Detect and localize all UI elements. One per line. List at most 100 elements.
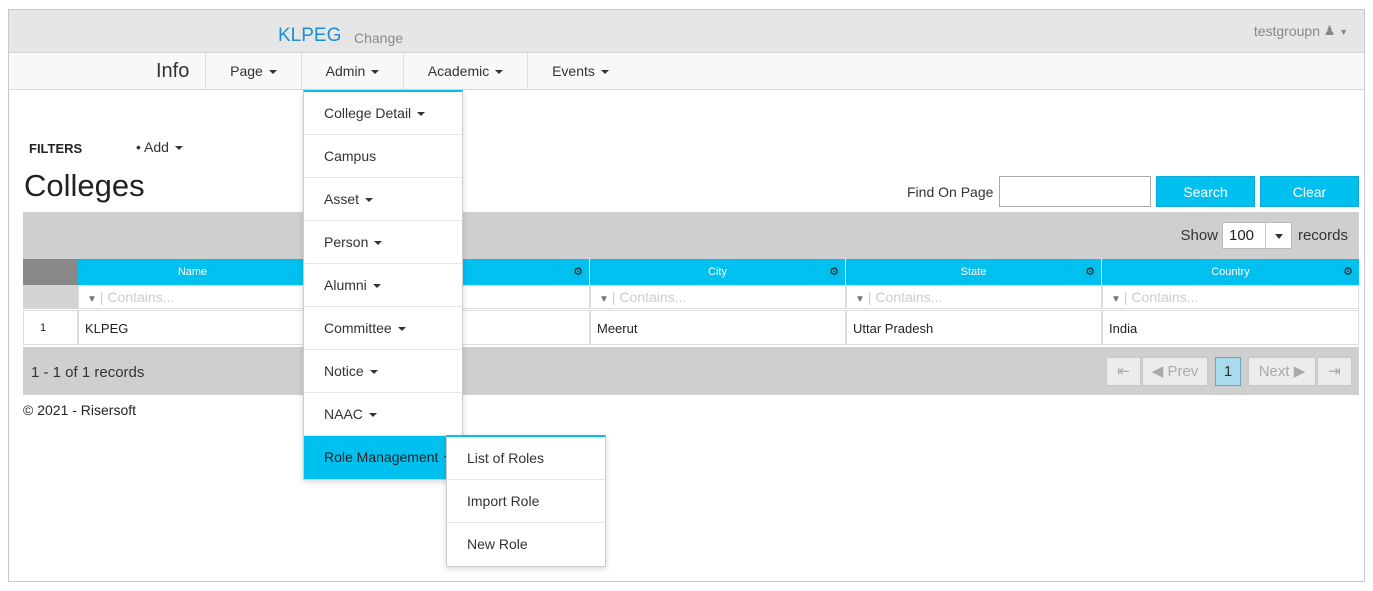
chevron-down-icon xyxy=(600,70,609,75)
nav-academic[interactable]: Academic xyxy=(403,53,527,90)
chevron-down-icon xyxy=(365,198,374,203)
page-size-value: 100 xyxy=(1229,227,1255,244)
menu-item-alumni[interactable]: Alumni xyxy=(304,264,462,307)
menu-item-label: Committee xyxy=(324,320,392,336)
nav-admin-label: Admin xyxy=(325,63,366,79)
nav-events-label: Events xyxy=(552,63,595,79)
page-1-button[interactable]: 1 xyxy=(1215,357,1241,386)
copyright: © 2021 - Risersoft xyxy=(23,402,137,418)
filter-icon: ▼ xyxy=(1111,294,1121,305)
gear-icon[interactable]: ⚙ xyxy=(573,259,583,285)
filter-country[interactable]: ▼ | Contains... xyxy=(1102,285,1359,309)
menu-item-label: Role Management xyxy=(324,449,439,465)
menu-item-person[interactable]: Person xyxy=(304,221,462,264)
top-bar: KLPEG Change testgroupn ♟ ▼ xyxy=(9,10,1364,53)
grid-pager: 1 - 1 of 1 records ⇤ ◀ Prev 1 Next ▶ ⇥ xyxy=(23,347,1359,395)
find-on-page-label: Find On Page xyxy=(907,184,994,200)
column-header-state[interactable]: State ⚙ xyxy=(846,259,1102,285)
chevron-down-icon xyxy=(495,70,504,75)
cell-city[interactable]: Meerut xyxy=(590,310,846,345)
clear-button[interactable]: Clear xyxy=(1260,176,1359,207)
menu-item-notice[interactable]: Notice xyxy=(304,350,462,393)
column-header-label: Country xyxy=(1211,266,1250,278)
row-number-filter xyxy=(23,285,78,309)
cell-name[interactable]: KLPEG xyxy=(78,310,308,345)
menu-item-label: Asset xyxy=(324,191,360,207)
cell-state[interactable]: Uttar Pradesh xyxy=(846,310,1102,345)
chevron-down-icon xyxy=(371,70,380,75)
chevron-left-icon: ◀ xyxy=(1151,363,1164,380)
column-header-name[interactable]: Name xyxy=(78,259,308,285)
nav-page[interactable]: Page xyxy=(205,53,301,90)
menu-item-new-role[interactable]: New Role xyxy=(447,523,605,566)
chevron-down-icon xyxy=(369,370,378,375)
chevron-down-icon xyxy=(1265,223,1291,248)
change-link[interactable]: Change xyxy=(354,30,403,46)
nav-admin[interactable]: Admin xyxy=(301,53,403,90)
user-icon[interactable]: ♟ ▼ xyxy=(1324,23,1348,39)
chevron-down-icon xyxy=(368,413,377,418)
chevron-down-icon xyxy=(397,327,406,332)
filter-name[interactable]: ▼ | Contains... xyxy=(78,285,308,309)
nav-page-label: Page xyxy=(230,63,263,79)
filter-placeholder: Contains... xyxy=(1131,289,1199,305)
menu-item-label: Person xyxy=(324,234,369,250)
gear-icon[interactable]: ⚙ xyxy=(1085,259,1095,285)
chevron-down-icon xyxy=(268,70,277,75)
first-page-button[interactable]: ⇤ xyxy=(1106,357,1141,386)
add-label: Add xyxy=(144,139,169,155)
last-page-icon: ⇥ xyxy=(1328,363,1341,380)
menu-item-label: NAAC xyxy=(324,406,363,422)
menu-item-campus[interactable]: Campus xyxy=(304,135,462,178)
menu-item-naac[interactable]: NAAC xyxy=(304,393,462,436)
menu-item-label: Alumni xyxy=(324,277,367,293)
last-page-button[interactable]: ⇥ xyxy=(1317,357,1352,386)
column-header-city[interactable]: City ⚙ xyxy=(590,259,846,285)
page-title: Colleges xyxy=(24,168,145,203)
column-header-label: City xyxy=(708,266,727,278)
menu-item-role-management[interactable]: Role Management xyxy=(304,436,462,479)
filter-placeholder: Contains... xyxy=(875,289,943,305)
menu-item-college-detail[interactable]: College Detail xyxy=(304,92,462,135)
first-page-icon: ⇤ xyxy=(1117,363,1130,380)
cell-country[interactable]: India xyxy=(1102,310,1359,345)
next-label: Next xyxy=(1258,363,1290,380)
menu-item-list-of-roles[interactable]: List of Roles xyxy=(447,437,605,480)
menu-item-label: Notice xyxy=(324,363,364,379)
username[interactable]: testgroupn xyxy=(1254,23,1320,39)
brand-name[interactable]: KLPEG xyxy=(278,25,341,47)
chevron-down-icon xyxy=(372,284,381,289)
find-on-page-input[interactable] xyxy=(999,176,1151,207)
gear-icon[interactable]: ⚙ xyxy=(1343,259,1353,285)
row-number-header xyxy=(23,259,78,285)
nav-academic-label: Academic xyxy=(427,63,490,79)
chevron-down-icon xyxy=(374,241,383,246)
search-button[interactable]: Search xyxy=(1156,176,1255,207)
column-header-country[interactable]: Country ⚙ xyxy=(1102,259,1359,285)
role-management-submenu: List of Roles Import Role New Role xyxy=(446,435,606,567)
filter-icon: ▼ xyxy=(599,294,609,305)
chevron-right-icon: ▶ xyxy=(1293,363,1306,380)
gear-icon[interactable]: ⚙ xyxy=(829,259,839,285)
next-page-button[interactable]: Next ▶ xyxy=(1248,357,1316,386)
column-header-label: State xyxy=(960,266,987,278)
nav-events[interactable]: Events xyxy=(527,53,633,90)
filter-icon: ▼ xyxy=(87,294,97,305)
admin-dropdown-menu: College Detail Campus Asset Person Alumn… xyxy=(303,90,463,480)
filter-icon: ▼ xyxy=(855,294,865,305)
menu-item-import-role[interactable]: Import Role xyxy=(447,480,605,523)
chevron-down-icon xyxy=(174,146,183,151)
menu-item-label: College Detail xyxy=(324,105,412,121)
filter-state[interactable]: ▼ | Contains... xyxy=(846,285,1102,309)
prev-page-button[interactable]: ◀ Prev xyxy=(1142,357,1208,386)
filter-city[interactable]: ▼ | Contains... xyxy=(590,285,846,309)
page-size-select[interactable]: 100 xyxy=(1222,222,1292,249)
filters-label: FILTERS xyxy=(29,141,83,156)
show-label: Show xyxy=(1180,227,1218,244)
add-menu[interactable]: • Add xyxy=(136,139,183,155)
menu-item-asset[interactable]: Asset xyxy=(304,178,462,221)
nav-info[interactable]: Info xyxy=(156,60,189,83)
filter-placeholder: Contains... xyxy=(619,289,687,305)
prev-label: Prev xyxy=(1167,363,1199,380)
menu-item-committee[interactable]: Committee xyxy=(304,307,462,350)
